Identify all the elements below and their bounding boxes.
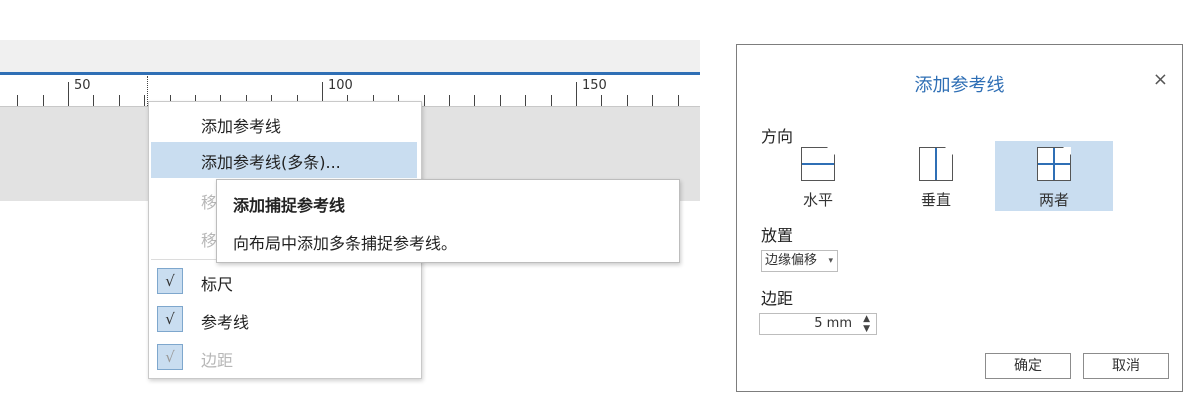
close-icon[interactable]: × xyxy=(1153,69,1168,90)
ruler-tick xyxy=(601,95,602,106)
menu-item-label: 标尺 xyxy=(201,275,234,294)
placement-label: 放置 xyxy=(761,226,794,245)
menu-item-add-multiple-guides[interactable]: 添加参考线(多条)... xyxy=(151,142,417,178)
orientation-horizontal-option[interactable]: 水平 xyxy=(759,141,877,211)
ruler-tick xyxy=(43,95,44,106)
ok-button[interactable]: 确定 xyxy=(985,353,1071,379)
checkmark-icon: √ xyxy=(157,268,183,294)
orientation-both-option[interactable]: 两者 xyxy=(995,141,1113,211)
ruler-label-150: 150 xyxy=(582,78,607,93)
ruler-tick xyxy=(525,95,526,106)
dialog-title: 添加参考线 xyxy=(914,75,1005,96)
orientation-option-label: 两者 xyxy=(1038,191,1069,209)
checkmark-icon: √ xyxy=(157,306,183,332)
menu-tooltip: 添加捕捉参考线 向布局中添加多条捕捉参考线。 xyxy=(216,179,680,263)
ruler-tick xyxy=(424,95,425,106)
ruler-label-100: 100 xyxy=(328,78,353,93)
menu-toggle-guides[interactable]: √ 参考线 xyxy=(151,302,417,338)
orientation-option-label: 垂直 xyxy=(920,191,951,209)
menu-item-label: 添加参考线 xyxy=(201,117,282,136)
placement-value: 边缘偏移 xyxy=(765,253,818,268)
margin-stepper[interactable]: 5 mm ▲ ▼ xyxy=(759,313,877,335)
menu-item-label: 边距 xyxy=(201,351,234,370)
checkmark-icon: √ xyxy=(157,344,183,370)
menu-item-label: 参考线 xyxy=(201,313,250,332)
spinner-arrows-icon[interactable]: ▲ ▼ xyxy=(863,314,870,334)
tooltip-body: 向布局中添加多条捕捉参考线。 xyxy=(233,234,458,253)
ruler-tick xyxy=(652,95,653,106)
chevron-down-icon: ▾ xyxy=(828,256,834,266)
menu-item-add-guide[interactable]: 添加参考线 xyxy=(151,106,417,142)
horizontal-guide-icon xyxy=(801,147,835,181)
ruler-label-50: 50 xyxy=(74,78,91,93)
menu-toggle-margins[interactable]: √ 边距 xyxy=(151,340,417,376)
margin-label: 边距 xyxy=(761,289,794,308)
ruler-tick xyxy=(68,82,69,106)
menu-item-label: 移 xyxy=(201,231,218,250)
both-guides-icon xyxy=(1037,147,1071,181)
orientation-option-label: 水平 xyxy=(802,191,833,209)
ruler-tick xyxy=(144,95,145,106)
ruler-tick xyxy=(17,95,18,106)
tooltip-title: 添加捕捉参考线 xyxy=(233,196,346,215)
cancel-button[interactable]: 取消 xyxy=(1083,353,1169,379)
vertical-guide-icon xyxy=(919,147,953,181)
ruler-tick xyxy=(119,95,120,106)
ruler-header-strip xyxy=(0,40,700,72)
menu-item-label: 添加参考线(多条)... xyxy=(201,153,341,172)
ruler-tick xyxy=(474,95,475,106)
ruler-tick xyxy=(678,95,679,106)
ruler-tick xyxy=(449,95,450,106)
ruler-tick xyxy=(93,95,94,106)
menu-item-label: 移 xyxy=(201,193,218,212)
orientation-vertical-option[interactable]: 垂直 xyxy=(877,141,995,211)
placement-dropdown[interactable]: 边缘偏移 ▾ xyxy=(761,250,839,272)
ruler-tick xyxy=(576,82,577,106)
add-guides-dialog: 添加参考线 × 方向 水平 垂直 两者 放置 边缘偏移 ▾ 边距 5 mm ▲ ▼… xyxy=(736,44,1183,392)
margin-value: 5 mm xyxy=(814,316,852,331)
menu-toggle-ruler[interactable]: √ 标尺 xyxy=(151,264,417,300)
ruler-tick xyxy=(500,95,501,106)
ruler-tick xyxy=(627,95,628,106)
ruler-tick xyxy=(551,95,552,106)
